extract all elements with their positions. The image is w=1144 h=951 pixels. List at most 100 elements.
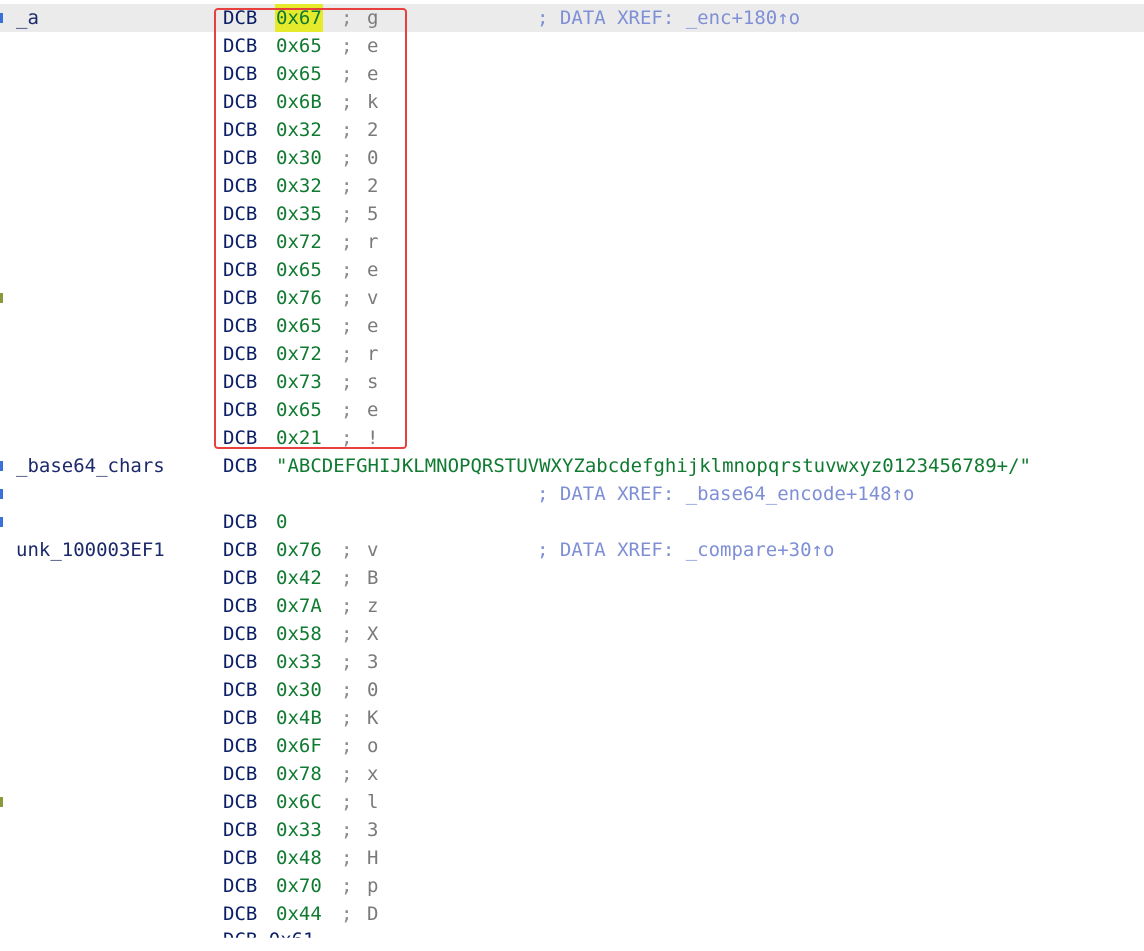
listing-line[interactable]: DCB 0x73; s [0,368,1144,396]
selection-highlight-box [214,8,407,449]
byte-operand[interactable]: 0x70 [276,872,322,900]
char-comment: X [367,623,379,645]
char-comment: x [367,763,379,785]
mnemonic: DCB [223,567,258,589]
char-comment: B [367,567,379,589]
comment-separator: ; [341,567,353,589]
char-comment: 3 [367,651,379,673]
mnemonic: DCB [223,847,258,869]
listing-line[interactable]: DCB 0x4B; K [0,704,1144,732]
mnemonic: DCB [223,651,258,673]
mnemonic: DCB [223,707,258,729]
listing-line[interactable]: DCB 0x33; 3 [0,816,1144,844]
char-comment: H [367,847,379,869]
listing-line[interactable]: DCB 0x6F; o [0,732,1144,760]
listing-line[interactable]: DCB 0x44; D [0,900,1144,928]
listing-line[interactable]: DCB 0x42; B [0,564,1144,592]
mnemonic: DCB [223,819,258,841]
comment-separator: ; [341,819,353,841]
symbol-label[interactable]: unk_100003EF1 [16,536,165,564]
listing-line[interactable]: DCB 0x33; 3 [0,648,1144,676]
gutter-marker [0,489,3,499]
comment-separator: ; [341,539,353,561]
listing-line[interactable]: DCB 0x32; 2 [0,172,1144,200]
current-listing-line[interactable]: _a DCB 0x67; g; DATA XREF: _enc+180↑o [0,4,1144,32]
comment-separator: ; [341,651,353,673]
symbol-label[interactable]: _base64_chars [16,452,165,480]
mnemonic: DCB [223,595,258,617]
byte-operand[interactable]: 0x44 [276,900,322,928]
listing-line[interactable]: DCB 0x32; 2 [0,116,1144,144]
byte-operand[interactable]: 0x33 [276,648,322,676]
byte-operand[interactable]: 0x7A [276,592,322,620]
comment-separator: ; [341,595,353,617]
comment-separator: ; [341,707,353,729]
char-comment: p [367,875,379,897]
string-operand[interactable]: "ABCDEFGHIJKLMNOPQRSTUVWXYZabcdefghijklm… [276,452,1031,480]
listing-line[interactable]: DCB 0x65; e [0,32,1144,60]
listing-line[interactable]: DCB 0 [0,508,1144,536]
char-comment: K [367,707,379,729]
listing-line[interactable]: DCB 0x35; 5 [0,200,1144,228]
char-comment: z [367,595,379,617]
byte-operand[interactable]: 0x42 [276,564,322,592]
data-xref-comment[interactable]: ; DATA XREF: _compare+30↑o [537,536,834,564]
listing-line[interactable]: DCB 0x6B; k [0,88,1144,116]
mnemonic: DCB [223,763,258,785]
byte-operand[interactable]: 0x4B [276,704,322,732]
listing-line[interactable]: DCB 0x7A; z [0,592,1144,620]
disassembly-listing[interactable]: _a DCB 0x67; g; DATA XREF: _enc+180↑o DCB 0x6… [0,0,1144,937]
byte-operand[interactable]: 0x30 [276,676,322,704]
comment-separator: ; [341,791,353,813]
listing-line[interactable]: DCB 0x72; r [0,228,1144,256]
listing-line[interactable]: DCB 0x65; e [0,256,1144,284]
byte-operand[interactable]: 0x6C [276,788,322,816]
byte-operand[interactable]: 0x6F [276,732,322,760]
gutter-marker [0,797,3,807]
listing-line[interactable]: DCB 0x48; H [0,844,1144,872]
data-xref-comment[interactable]: ; DATA XREF: _enc+180↑o [537,4,800,32]
byte-operand[interactable]: 0x76 [276,536,322,564]
listing-line[interactable]: DCB 0x70; p [0,872,1144,900]
gutter-marker [0,517,3,527]
byte-operand[interactable]: 0x78 [276,760,322,788]
byte-operand[interactable]: 0 [276,508,287,536]
mnemonic: DCB [223,903,258,925]
listing-line[interactable]: DCB 0x65; e [0,396,1144,424]
listing-line[interactable]: DCB 0x76; v [0,284,1144,312]
char-comment: l [367,791,379,813]
listing-line[interactable]: DCB 0x6C; l [0,788,1144,816]
listing-line[interactable]: DCB 0x72; r [0,340,1144,368]
gutter-marker [0,293,3,303]
mnemonic: DCB [223,735,258,757]
mnemonic: DCB [223,791,258,813]
partially-visible-line: DCB 0x61 [223,929,315,951]
comment-separator: ; [341,875,353,897]
char-comment: 3 [367,819,379,841]
mnemonic: DCB [223,875,258,897]
byte-operand[interactable]: 0x58 [276,620,322,648]
comment-separator: ; [341,679,353,701]
comment-separator: ; [341,623,353,645]
comment-separator: ; [341,735,353,757]
mnemonic: DCB [223,455,258,477]
gutter-marker [0,13,3,23]
listing-line[interactable]: DCB 0x65; e [0,312,1144,340]
listing-line[interactable]: DCB 0x58; X [0,620,1144,648]
listing-line[interactable]: DCB 0x30; 0 [0,144,1144,172]
listing-line[interactable]: DCB 0x78; x [0,760,1144,788]
byte-operand[interactable]: 0x33 [276,816,322,844]
listing-line[interactable]: unk_100003EF1 DCB 0x76; v ; DATA XREF: _comp… [0,536,1144,564]
comment-separator: ; [341,847,353,869]
listing-line[interactable]: DCB 0x21;! [0,424,1144,452]
char-comment: 0 [367,679,379,701]
mnemonic: DCB [223,511,258,533]
data-xref-comment[interactable]: ; DATA XREF: _base64_encode+148↑o [537,480,915,508]
comment-separator: ; [341,763,353,785]
listing-line[interactable]: _base64_chars DCB "ABCDEFGHIJKLMNOPQRSTUVW… [0,452,1144,480]
listing-line[interactable]: DCB 0x30; 0 [0,676,1144,704]
listing-line[interactable]: DCB 0x65; e [0,60,1144,88]
byte-operand[interactable]: 0x48 [276,844,322,872]
listing-line[interactable]: ; DATA XREF: _base64_encode+148↑o [0,480,1144,508]
symbol-label[interactable]: _a [16,4,39,32]
